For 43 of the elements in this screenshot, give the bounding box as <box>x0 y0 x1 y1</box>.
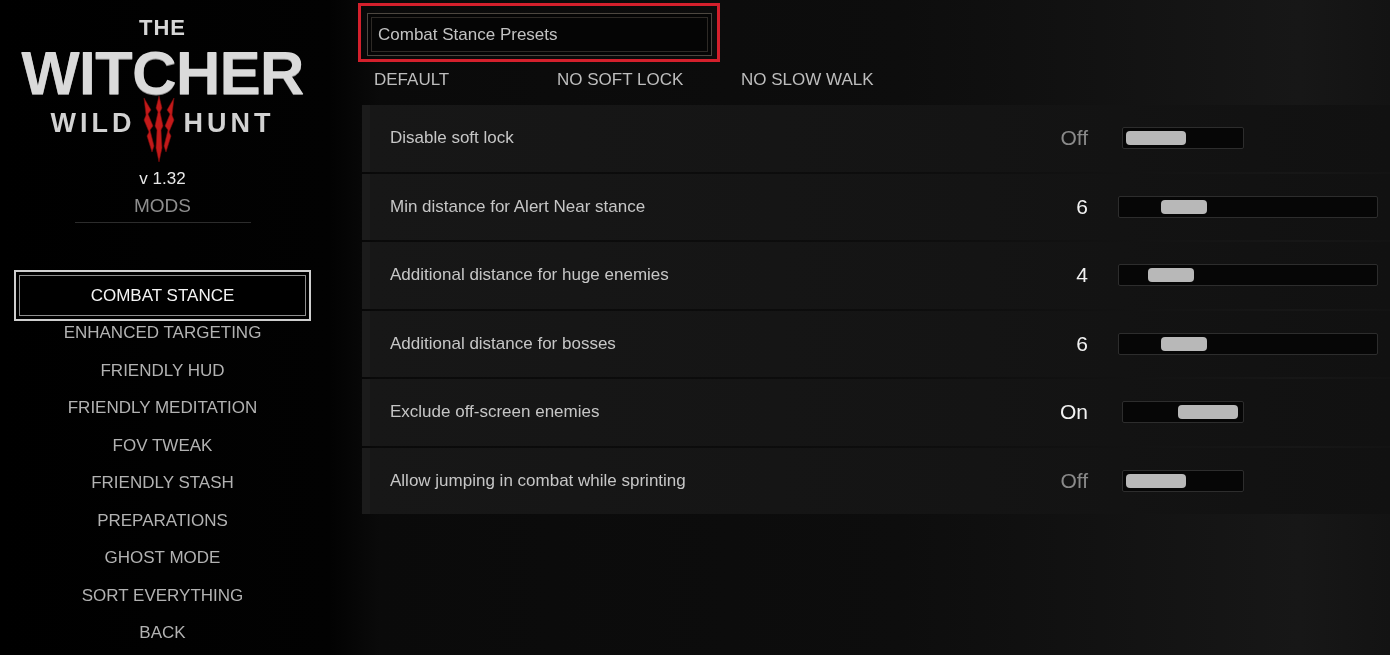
presets-option[interactable]: Combat Stance Presets <box>367 13 712 56</box>
toggle-switch[interactable] <box>1122 469 1244 492</box>
version-label: v 1.32 <box>139 168 186 190</box>
slider-thumb[interactable] <box>1147 268 1194 283</box>
menu-item[interactable]: BACK <box>139 614 186 652</box>
logo-title: WITCHER <box>21 44 304 102</box>
setting-value: 6 <box>1076 194 1088 219</box>
logo-word: THE <box>139 16 186 40</box>
menu-item[interactable]: GHOST MODE <box>104 539 221 577</box>
setting-value: 6 <box>1076 331 1088 356</box>
setting-value: 4 <box>1076 263 1088 288</box>
setting-value: On <box>1060 400 1088 425</box>
preset-button[interactable]: DEFAULT <box>374 68 450 92</box>
setting-value: Off <box>1060 126 1088 151</box>
toggle-knob <box>1126 131 1186 146</box>
preset-button[interactable]: NO SLOW WALK <box>741 68 874 92</box>
setting-label: Additional distance for huge enemies <box>390 265 669 286</box>
menu-item[interactable]: FRIENDLY MEDITATION <box>67 389 258 427</box>
menu-item[interactable]: COMBAT STANCE <box>14 270 311 321</box>
setting-label: Additional distance for bosses <box>390 333 616 354</box>
slider-thumb[interactable] <box>1160 199 1207 214</box>
preset-button[interactable]: NO SOFT LOCK <box>557 68 684 92</box>
slider-track[interactable] <box>1118 332 1378 355</box>
menu-item[interactable]: PREPARATIONS <box>97 501 228 540</box>
toggle-switch[interactable] <box>1122 127 1244 150</box>
setting-label: Min distance for Alert Near stance <box>390 196 646 217</box>
setting-value: Off <box>1060 468 1088 493</box>
menu-item[interactable]: FOV TWEAK <box>112 426 213 465</box>
section-title: MODS <box>134 194 191 218</box>
menu-item[interactable]: FRIENDLY HUD <box>100 351 225 390</box>
logo-word: HUNT <box>183 108 275 138</box>
toggle-knob <box>1178 405 1238 420</box>
slider-track[interactable] <box>1118 195 1378 218</box>
slider-thumb[interactable] <box>1160 336 1207 351</box>
slider-track[interactable] <box>1118 264 1378 287</box>
toggle-knob <box>1126 473 1186 488</box>
menu-item[interactable]: SORT EVERYTHING <box>81 576 244 615</box>
logo-word: WILD <box>50 108 136 138</box>
setting-label: Allow jumping in combat while sprinting <box>390 470 686 491</box>
setting-label: Exclude off-screen enemies <box>390 402 600 423</box>
toggle-switch[interactable] <box>1122 401 1244 424</box>
setting-label: Disable soft lock <box>390 128 514 149</box>
menu-item[interactable]: FRIENDLY STASH <box>91 464 234 502</box>
